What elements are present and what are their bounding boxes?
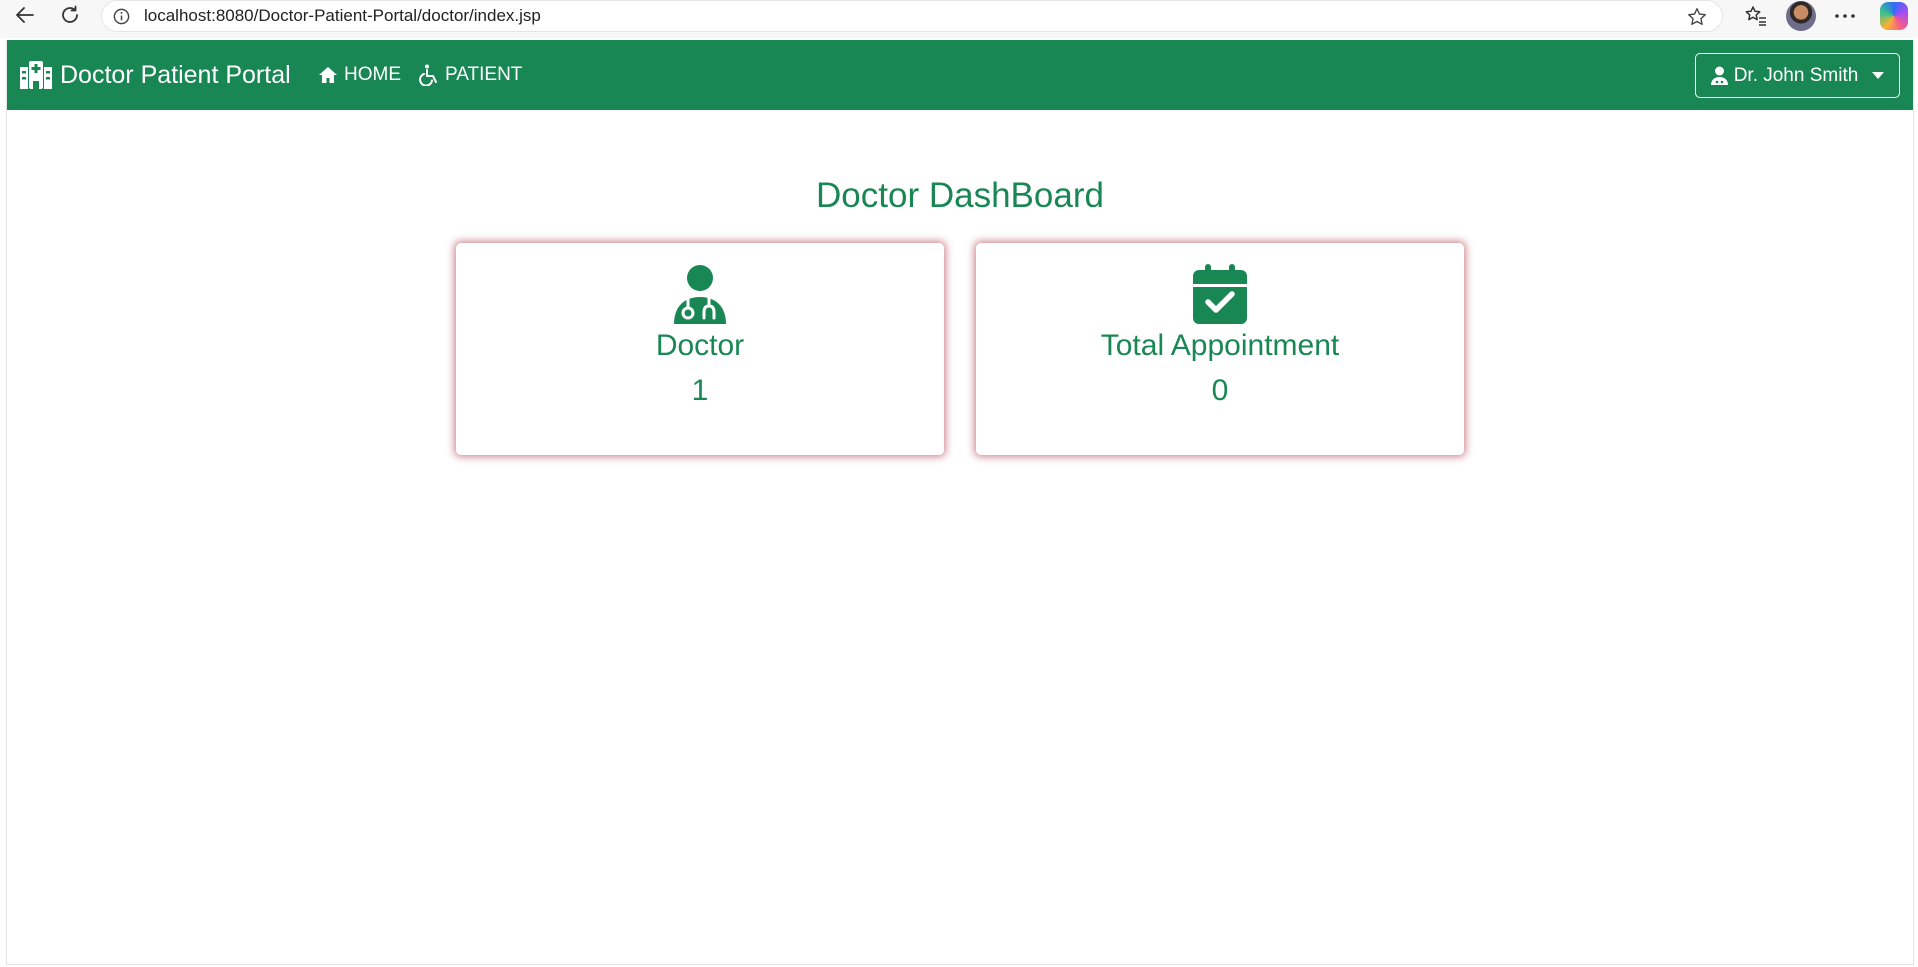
page-title: Doctor DashBoard (816, 176, 1104, 215)
brand-name[interactable]: Doctor Patient Portal (60, 61, 291, 90)
nav-patient-label[interactable]: PATIENT (445, 64, 522, 86)
nav-home-link[interactable]: HOME (318, 40, 401, 110)
address-bar[interactable]: localhost:8080/Doctor-Patient-Portal/doc… (101, 0, 1723, 32)
user-doctor-icon (674, 265, 726, 324)
user-doctor-icon (1710, 66, 1728, 85)
brand-link[interactable]: Doctor Patient Portal (20, 40, 291, 110)
nav-patient-link[interactable]: PATIENT (419, 40, 522, 110)
url-text[interactable]: localhost:8080/Doctor-Patient-Portal/doc… (144, 1, 541, 31)
top-navbar: Doctor Patient Portal HOME PATIENT Dr. J… (7, 40, 1913, 110)
site-info-icon[interactable] (112, 7, 131, 26)
card-value: 0 (1211, 374, 1229, 407)
more-options-button[interactable] (1828, 2, 1862, 30)
chevron-down-icon (1872, 72, 1885, 79)
favorite-star-icon[interactable] (1686, 6, 1708, 28)
calendar-check-icon (1193, 264, 1247, 324)
favorites-list-icon (1745, 6, 1766, 26)
card-value: 1 (691, 374, 709, 407)
card-label: Doctor (655, 329, 745, 362)
doctor-count-card: Doctor 1 (456, 243, 944, 455)
browser-toolbar: localhost:8080/Doctor-Patient-Portal/doc… (0, 0, 1918, 38)
back-button[interactable] (8, 0, 42, 30)
favorites-button[interactable] (1739, 2, 1773, 30)
copilot-icon[interactable] (1880, 2, 1908, 30)
back-arrow-icon (16, 7, 34, 23)
page-viewport: Doctor Patient Portal HOME PATIENT Dr. J… (6, 40, 1914, 965)
wheelchair-icon (419, 64, 437, 86)
reload-icon (62, 5, 78, 23)
profile-avatar[interactable] (1786, 1, 1816, 31)
hospital-icon (20, 61, 52, 89)
more-dots-icon (1835, 14, 1855, 18)
reload-button[interactable] (53, 0, 87, 30)
home-icon (319, 67, 337, 83)
user-name[interactable]: Dr. John Smith (1734, 65, 1859, 87)
card-label: Total Appointment (1100, 329, 1340, 362)
nav-home-label[interactable]: HOME (344, 64, 401, 86)
appointment-count-card: Total Appointment 0 (976, 243, 1464, 455)
user-menu-dropdown[interactable]: Dr. John Smith (1695, 53, 1900, 98)
